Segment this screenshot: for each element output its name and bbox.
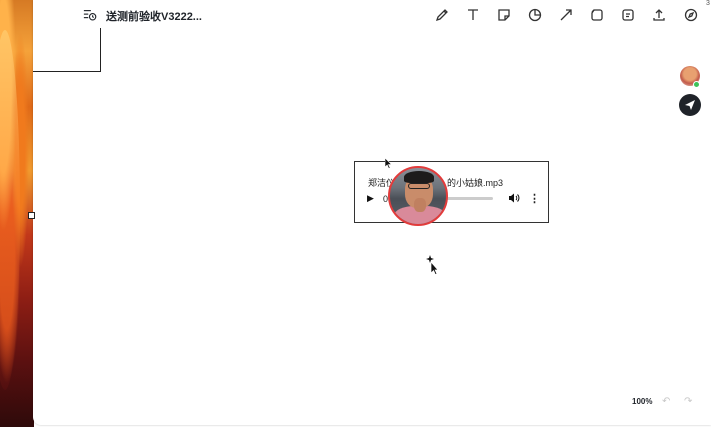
frame-icon[interactable]: [589, 7, 605, 23]
zoom-level[interactable]: 100%: [632, 397, 652, 406]
participant-hand: [414, 198, 426, 212]
rectangle-shape[interactable]: [33, 28, 101, 72]
shape-icon[interactable]: [527, 7, 543, 23]
pen-icon[interactable]: [434, 7, 450, 23]
comment-icon[interactable]: [620, 7, 636, 23]
send-icon: [685, 100, 695, 110]
audio-progress-bar[interactable]: [445, 197, 493, 200]
whiteboard-window: 送测前验收V3222... 郑洁仪 的小姑娘.mp3 ▶ 0 ⋮ 100% ↶ …: [28, 0, 711, 425]
more-options-button[interactable]: ⋮: [529, 192, 540, 205]
participant-glasses: [408, 183, 430, 189]
collaboration-rail: [678, 66, 704, 118]
desktop: 送测前验收V3222... 郑洁仪 的小姑娘.mp3 ▶ 0 ⋮ 100% ↶ …: [0, 0, 711, 427]
audio-file-name-suffix: 的小姑娘.mp3: [447, 178, 504, 188]
upload-icon[interactable]: [651, 7, 667, 23]
text-icon[interactable]: [465, 7, 481, 23]
top-toolbar: 送测前验收V3222...: [33, 0, 711, 30]
compass-icon[interactable]: [683, 7, 699, 23]
online-status-dot: [693, 81, 700, 88]
send-button[interactable]: [679, 94, 701, 116]
volume-icon[interactable]: [508, 192, 520, 204]
play-button[interactable]: ▶: [367, 193, 374, 204]
video-call-bubble[interactable]: [388, 166, 448, 226]
mouse-pointer-icon: [385, 158, 393, 169]
redo-button[interactable]: ↷: [684, 396, 692, 407]
move-cursor-icon: [426, 255, 439, 276]
arrow-icon[interactable]: [558, 7, 574, 23]
document-title[interactable]: 送测前验收V3222...: [106, 8, 202, 24]
menu-history-icon[interactable]: [83, 8, 97, 22]
corner-badge: 3: [706, 0, 710, 7]
participant-hair: [404, 171, 434, 183]
undo-button[interactable]: ↶: [662, 396, 670, 407]
resize-handle[interactable]: [28, 212, 35, 219]
sticky-note-icon[interactable]: [496, 7, 512, 23]
audio-player-card[interactable]: 郑洁仪 的小姑娘.mp3 ▶ 0 ⋮: [354, 161, 549, 223]
